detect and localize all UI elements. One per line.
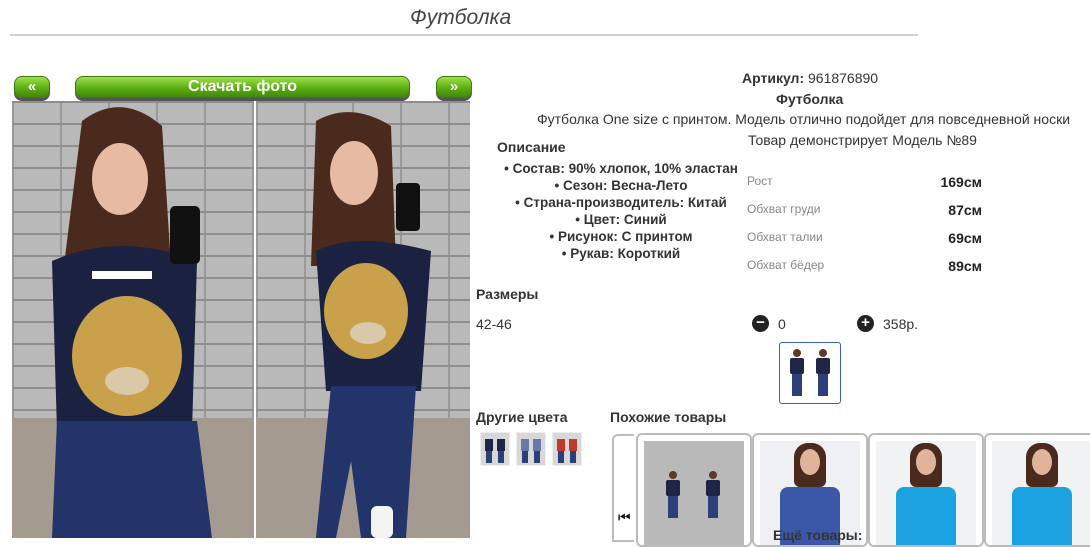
measurement-value: 87см xyxy=(948,202,982,218)
similar-product-card[interactable] xyxy=(636,433,752,547)
color-option-image xyxy=(557,439,577,463)
product-description: Футболка One size с принтом. Модель отли… xyxy=(537,111,1071,127)
color-option-thumbnail[interactable] xyxy=(516,432,546,466)
price: 358р. xyxy=(883,316,919,332)
measurement-value: 89см xyxy=(948,258,982,274)
description-item: Цвет: Синий xyxy=(480,211,762,228)
first-icon: ⏮ xyxy=(618,509,631,525)
similar-products-heading: Похожие товары xyxy=(610,409,727,425)
title-divider xyxy=(10,34,918,36)
description-heading: Описание xyxy=(497,139,566,155)
selected-photo-thumbnail[interactable] xyxy=(779,342,841,404)
similar-product-image xyxy=(992,441,1090,545)
tee-shape xyxy=(1012,487,1072,545)
measurement-value: 169см xyxy=(940,174,982,190)
thumb-figure xyxy=(812,349,834,397)
increase-quantity-button[interactable]: + xyxy=(857,315,874,332)
card-figure xyxy=(702,471,724,519)
article-label: Артикул: xyxy=(742,70,805,86)
description-item: Сезон: Весна-Лето xyxy=(480,177,762,194)
description-item: Рукав: Короткий xyxy=(480,245,762,262)
measurement-label: Обхват бёдер xyxy=(747,258,825,272)
card-figure xyxy=(662,471,684,519)
model-measurements: Рост 169см Обхват груди 87см Обхват тали… xyxy=(747,172,987,284)
thumb-figure xyxy=(786,349,808,397)
model-figure-2 xyxy=(311,112,431,538)
product-name: Футболка xyxy=(776,91,844,107)
measurement-row: Обхват талии 69см xyxy=(747,228,987,256)
color-option-image xyxy=(521,439,541,463)
color-option-thumbnail[interactable] xyxy=(480,432,510,466)
article-line: Артикул: 961876890 xyxy=(742,70,878,86)
description-list: Состав: 90% хлопок, 10% эластан Сезон: В… xyxy=(480,160,762,262)
next-photo-button[interactable]: » xyxy=(436,76,472,98)
description-item: Рисунок: С принтом xyxy=(480,228,762,245)
similar-product-image xyxy=(644,441,744,545)
quantity-value: 0 xyxy=(778,316,786,332)
measurement-label: Рост xyxy=(747,174,773,188)
sizes-heading: Размеры xyxy=(476,286,539,302)
similar-product-image xyxy=(876,441,976,545)
description-item: Состав: 90% хлопок, 10% эластан xyxy=(480,160,762,177)
product-photo-front[interactable] xyxy=(12,101,254,538)
similar-product-card[interactable] xyxy=(868,433,984,547)
download-photo-button[interactable]: Скачать фото xyxy=(75,76,410,98)
tee-shape xyxy=(896,487,956,545)
measurement-label: Обхват талии xyxy=(747,230,823,244)
measurement-value: 69см xyxy=(948,230,982,246)
more-products-label: Ещё товары: xyxy=(773,527,863,543)
page-title: Футболка xyxy=(410,6,512,29)
measurement-row: Обхват бёдер 89см xyxy=(747,256,987,284)
model-figure-1 xyxy=(52,107,212,538)
prev-photo-button[interactable]: « xyxy=(14,76,50,98)
product-photo-side[interactable] xyxy=(256,101,470,538)
decrease-quantity-button[interactable]: − xyxy=(752,315,769,332)
model-note: Товар демонстрирует Модель №89 xyxy=(748,132,977,148)
other-colors-heading: Другие цвета xyxy=(476,409,568,425)
description-item: Страна-производитель: Китай xyxy=(480,194,762,211)
measurement-row: Обхват груди 87см xyxy=(747,200,987,228)
color-option-thumbnail[interactable] xyxy=(552,432,582,466)
carousel-scroll-left-button[interactable]: ⏮ xyxy=(612,434,634,542)
similar-product-card[interactable] xyxy=(984,433,1090,547)
size-value: 42-46 xyxy=(476,316,512,332)
measurement-row: Рост 169см xyxy=(747,172,987,200)
color-option-image xyxy=(485,439,505,463)
article-value: 961876890 xyxy=(808,70,879,86)
measurement-label: Обхват груди xyxy=(747,202,821,216)
